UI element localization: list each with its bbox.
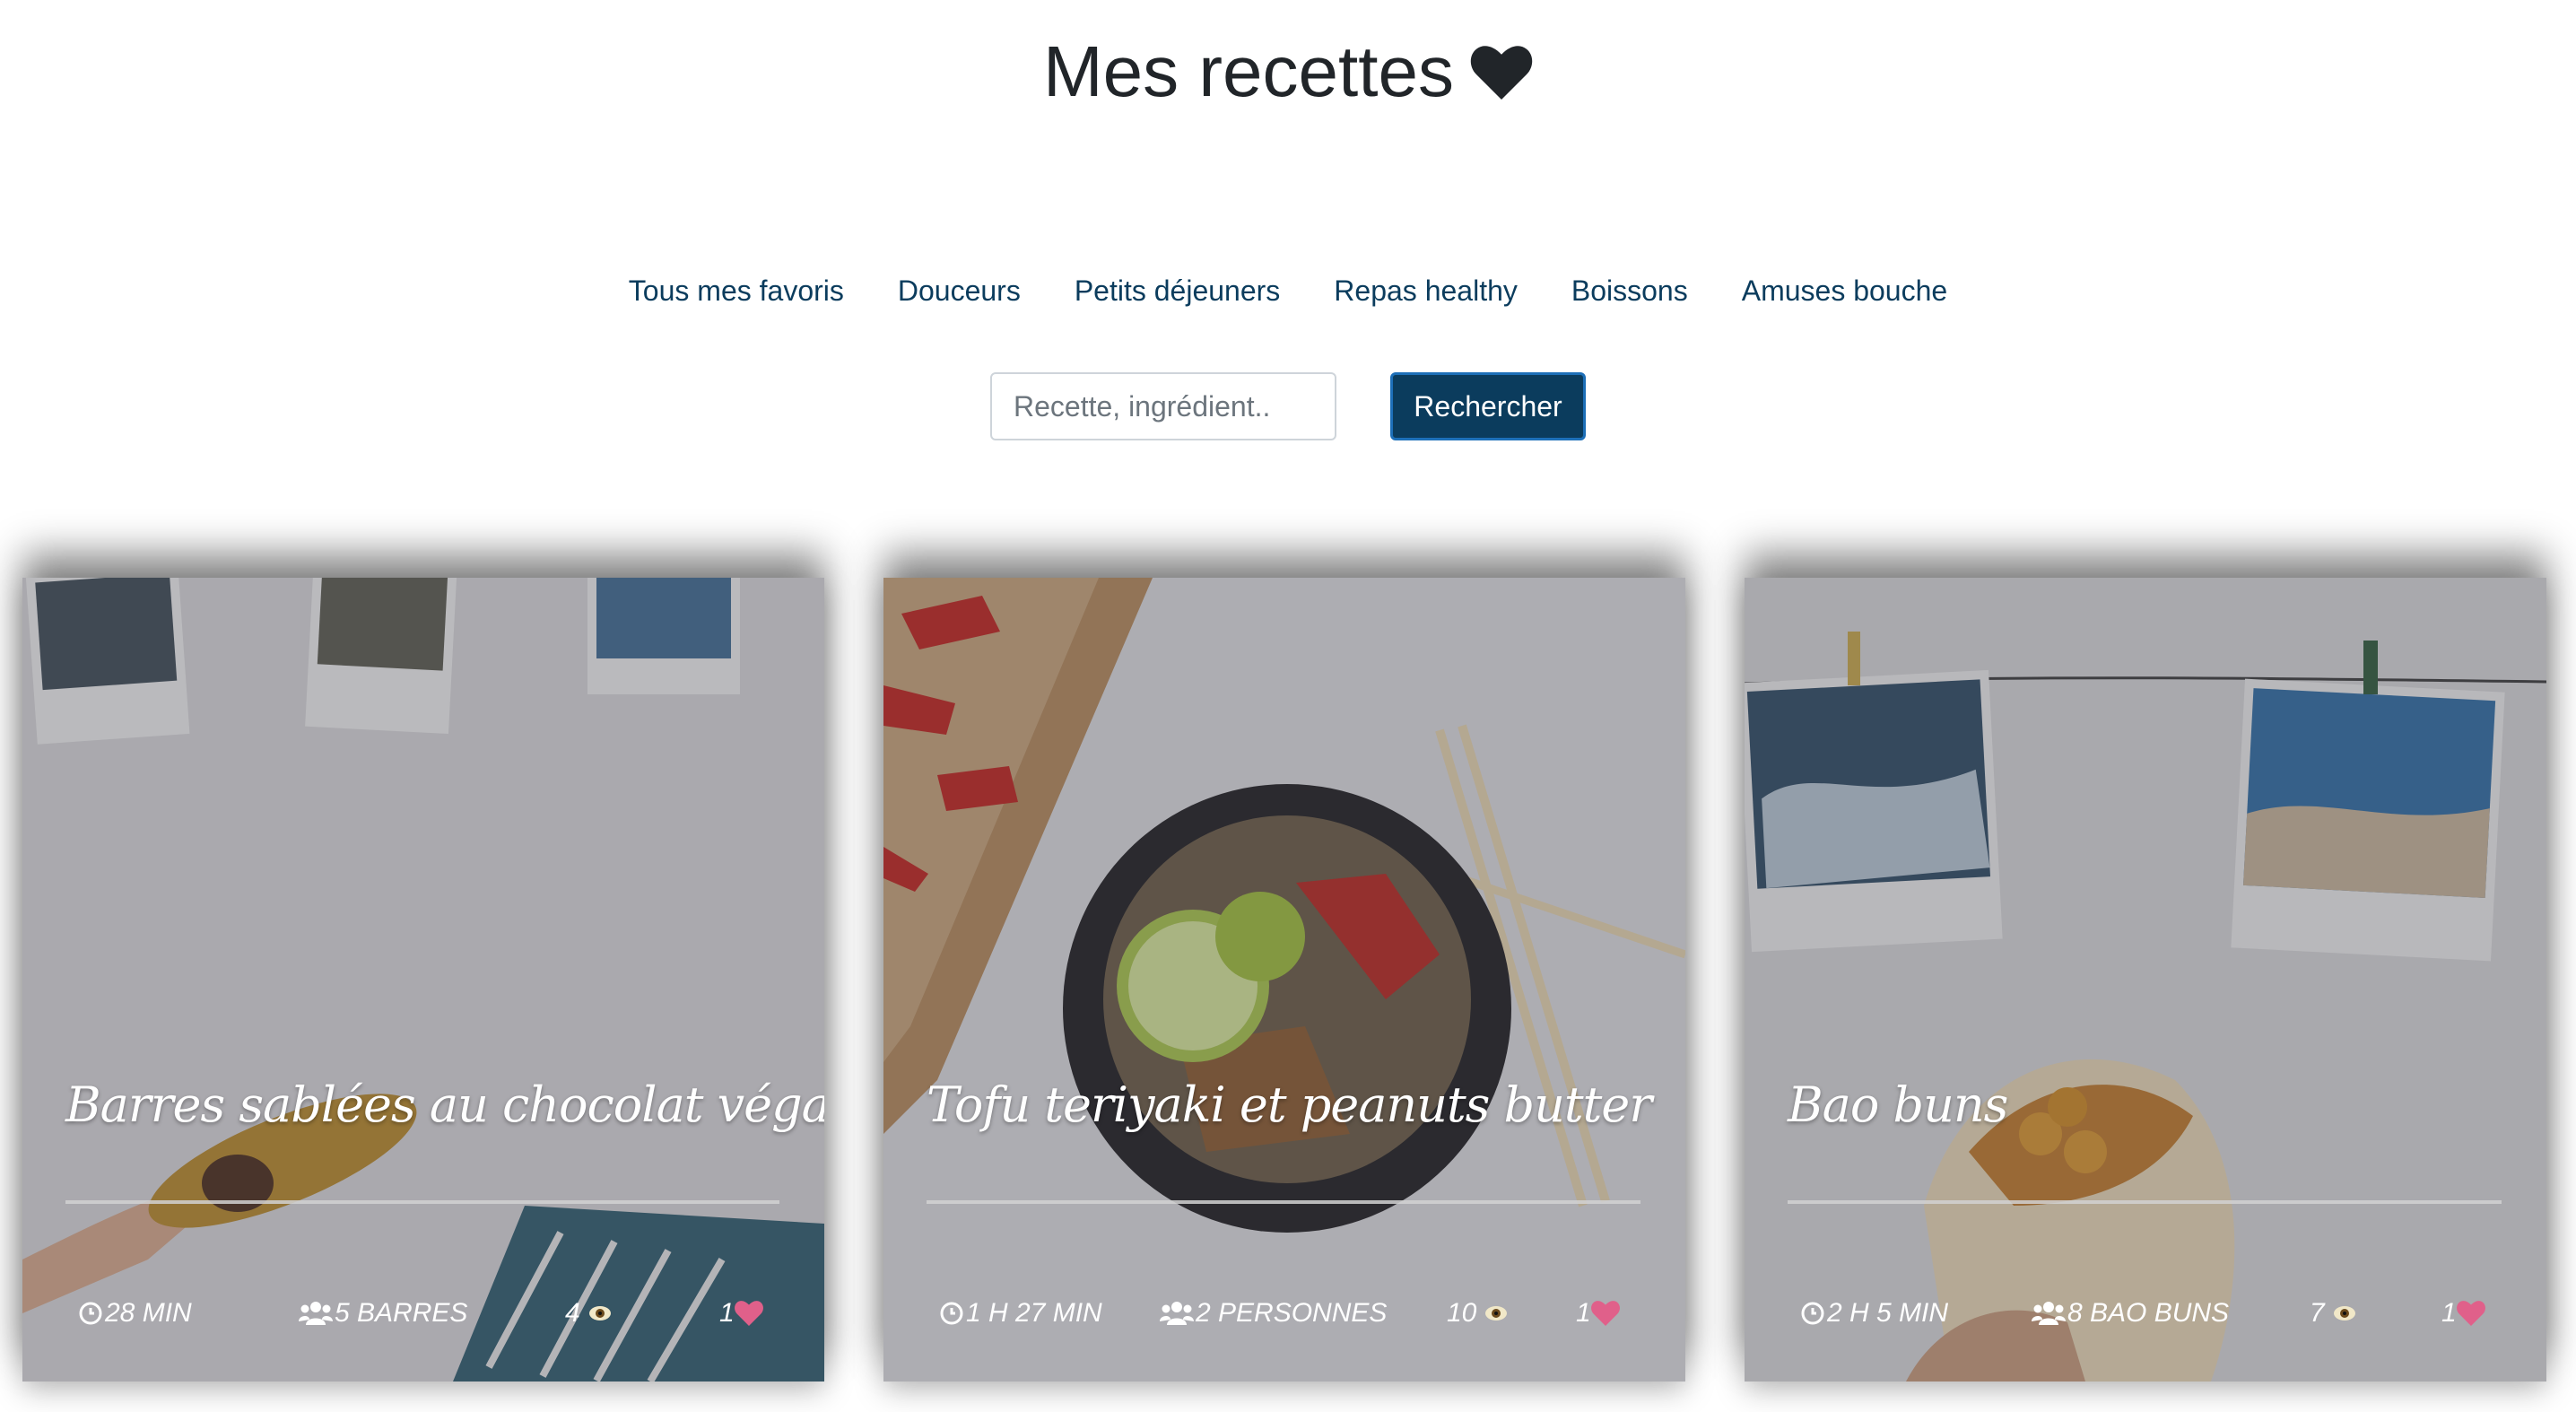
recipe-views: 4 — [565, 1295, 616, 1331]
recipe-views: 7 — [2310, 1295, 2361, 1331]
recipe-servings: 8 BAO BUNS — [2032, 1295, 2229, 1331]
divider — [65, 1200, 779, 1204]
recipe-photo — [1745, 578, 2546, 1381]
nav-item-favoris[interactable]: Tous mes favoris — [629, 275, 844, 308]
recipe-views: 10 — [1447, 1295, 1512, 1331]
page: Mes recettes Tous mes favoris Douceurs Pet… — [0, 0, 2576, 1412]
nav-item-repas-healthy[interactable]: Repas healthy — [1334, 275, 1518, 308]
page-title: Mes recettes — [0, 27, 2576, 117]
recipe-photo — [22, 578, 824, 1381]
recipe-servings: 2 PERSONNES — [1160, 1295, 1387, 1331]
recipe-photo — [883, 578, 1685, 1381]
clock-icon — [1801, 1302, 1824, 1325]
users-icon — [299, 1302, 333, 1325]
heart-icon — [734, 1301, 763, 1326]
recipe-time: 2 H 5 MIN — [1800, 1295, 1948, 1331]
clock-icon — [79, 1302, 102, 1325]
eye-icon — [588, 1306, 611, 1320]
recipe-card[interactable]: Barres sablées au chocolat végan 28 MIN … — [22, 578, 824, 1381]
divider — [927, 1200, 1640, 1204]
heart-icon — [1590, 1301, 1620, 1326]
recipe-title: Bao buns — [1788, 1076, 2008, 1133]
eye-icon — [2333, 1306, 2355, 1320]
recipe-card[interactable]: Bao buns 2 H 5 MIN 8 BAO BUNS 7 1 — [1745, 578, 2546, 1381]
search-button[interactable]: Rechercher — [1390, 372, 1586, 440]
recipe-title: Barres sablées au chocolat végan — [65, 1076, 824, 1133]
recipe-likes: 1 — [2441, 1295, 2487, 1331]
recipe-grid: Barres sablées au chocolat végan 28 MIN … — [22, 578, 2554, 1381]
recipe-servings: 5 BARRES — [299, 1295, 467, 1331]
heart-icon — [1470, 46, 1533, 100]
recipe-time: 1 H 27 MIN — [939, 1295, 1102, 1331]
users-icon — [2032, 1302, 2066, 1325]
eye-icon — [1485, 1306, 1508, 1320]
category-nav: Tous mes favoris Douceurs Petits déjeuners… — [0, 275, 2576, 308]
recipe-likes: 1 — [1576, 1295, 1622, 1331]
nav-item-amuses-bouche[interactable]: Amuses bouche — [1742, 275, 1947, 308]
divider — [1788, 1200, 2502, 1204]
recipe-card[interactable]: Tofu teriyaki et peanuts butter 1 H 27 M… — [883, 578, 1685, 1381]
search-bar: Rechercher — [0, 372, 2576, 440]
users-icon — [1160, 1302, 1194, 1325]
nav-item-douceurs[interactable]: Douceurs — [898, 275, 1021, 308]
clock-icon — [940, 1302, 963, 1325]
recipe-title: Tofu teriyaki et peanuts butter — [927, 1076, 1652, 1133]
page-title-text: Mes recettes — [1043, 31, 1454, 111]
nav-item-boissons[interactable]: Boissons — [1571, 275, 1688, 308]
nav-item-petits-dejeuners[interactable]: Petits déjeuners — [1075, 275, 1280, 308]
heart-icon — [2456, 1301, 2485, 1326]
recipe-likes: 1 — [719, 1295, 765, 1331]
search-input[interactable] — [990, 372, 1336, 440]
recipe-time: 28 MIN — [78, 1295, 192, 1331]
